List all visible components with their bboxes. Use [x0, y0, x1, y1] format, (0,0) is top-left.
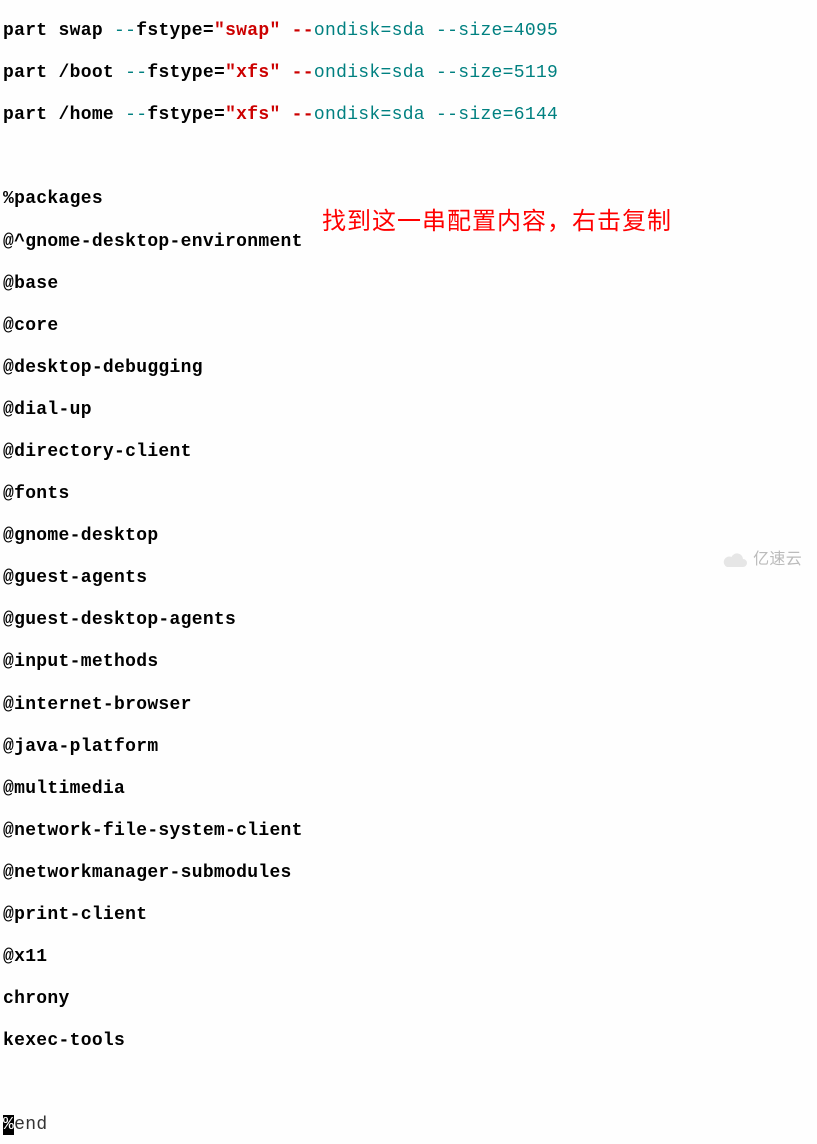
package-item: @desktop-debugging: [3, 358, 814, 379]
package-item: @networkmanager-submodules: [3, 863, 814, 884]
code-text: --: [125, 105, 147, 125]
package-item: @print-client: [3, 905, 814, 926]
cursor-block: %: [3, 1115, 14, 1135]
code-text: size=5119: [458, 63, 558, 83]
code-block: part swap --fstype="swap" --ondisk=sda -…: [0, 0, 817, 1144]
code-text: fstype=: [147, 63, 225, 83]
package-item: @guest-desktop-agents: [3, 610, 814, 631]
code-text: part swap: [3, 21, 114, 41]
code-text: --: [114, 21, 136, 41]
package-item: @x11: [3, 947, 814, 968]
code-text: size=6144: [458, 105, 558, 125]
package-item: @input-methods: [3, 652, 814, 673]
package-item: @dial-up: [3, 400, 814, 421]
code-text: ondisk=sda: [314, 105, 436, 125]
package-item: @java-platform: [3, 737, 814, 758]
package-item: @guest-agents: [3, 568, 814, 589]
code-text: --: [125, 63, 147, 83]
code-string: "swap" --: [214, 21, 314, 41]
code-text: --: [436, 21, 458, 41]
code-text: ondisk=sda: [314, 63, 436, 83]
package-item: @gnome-desktop: [3, 526, 814, 547]
code-text: --: [436, 105, 458, 125]
code-text: ondisk=sda: [314, 21, 436, 41]
package-item: @directory-client: [3, 442, 814, 463]
annotation-text: 找到这一串配置内容，右击复制: [322, 208, 672, 236]
code-text: part /home: [3, 105, 125, 125]
package-item: @core: [3, 316, 814, 337]
watermark-text: 亿速云: [753, 551, 802, 570]
package-item: @fonts: [3, 484, 814, 505]
watermark: 亿速云: [723, 551, 802, 570]
end-text: end: [14, 1115, 47, 1135]
package-item: chrony: [3, 989, 814, 1010]
code-text: fstype=: [136, 21, 214, 41]
package-item: @multimedia: [3, 779, 814, 800]
code-string: "xfs" --: [225, 63, 314, 83]
package-item: kexec-tools: [3, 1031, 814, 1052]
code-text: fstype=: [147, 105, 225, 125]
code-text: --: [436, 63, 458, 83]
package-item: @network-file-system-client: [3, 821, 814, 842]
code-text: part /boot: [3, 63, 125, 83]
cloud-icon: [723, 552, 749, 570]
package-item: @internet-browser: [3, 695, 814, 716]
code-text: size=4095: [458, 21, 558, 41]
code-string: "xfs" --: [225, 105, 314, 125]
package-item: @base: [3, 274, 814, 295]
